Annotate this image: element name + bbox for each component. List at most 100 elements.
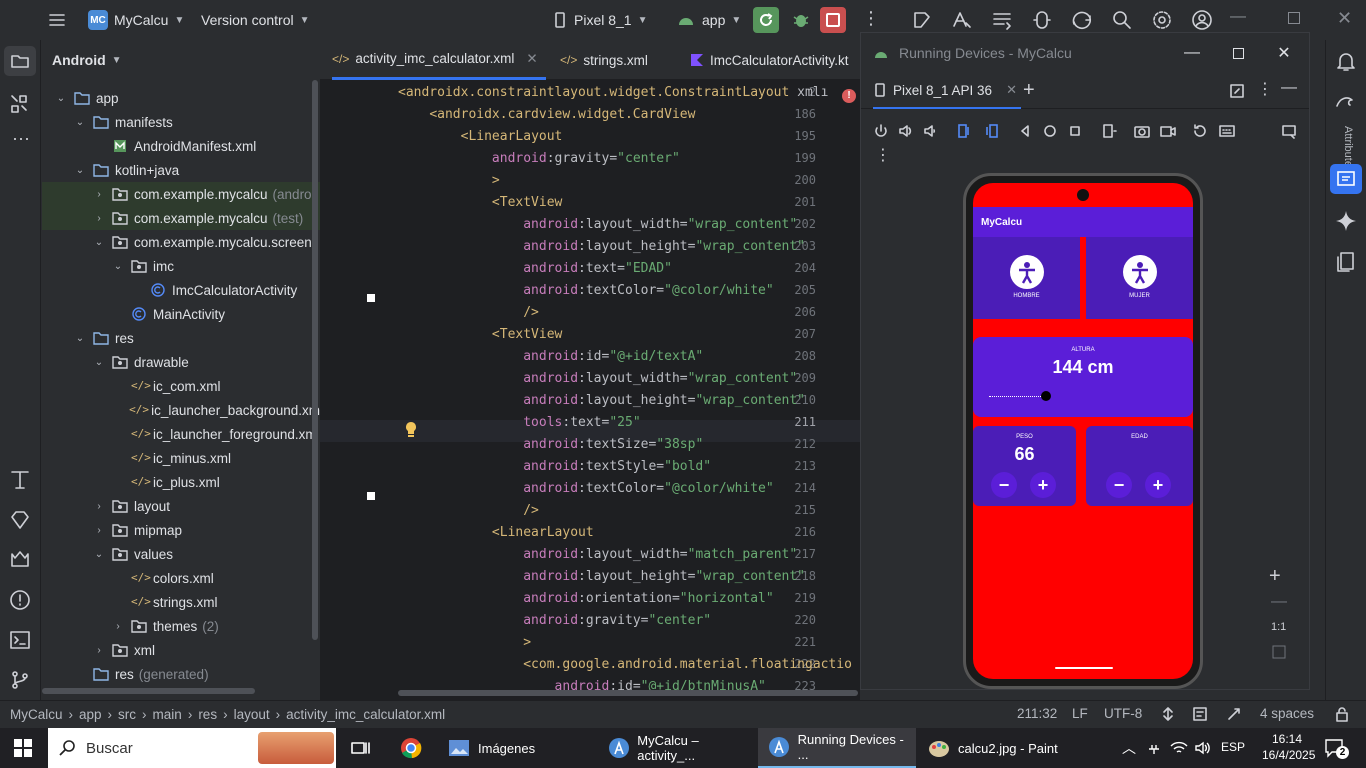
code-line[interactable]: > (398, 170, 500, 192)
device-manager-icon[interactable] (991, 9, 1013, 31)
code-line[interactable]: <TextView (398, 324, 562, 346)
code-line[interactable]: <LinearLayout (398, 522, 594, 544)
chevron-icon[interactable]: ⌄ (54, 93, 68, 104)
breadcrumb-item[interactable]: main (153, 707, 182, 722)
tree-item[interactable]: </> ic_com.xml (42, 374, 320, 398)
device-selector[interactable]: Pixel 8_1 ▼ (552, 0, 648, 40)
maximize-icon[interactable] (1288, 12, 1300, 24)
home-icon[interactable] (1042, 123, 1058, 139)
code-line[interactable]: android:layout_width="wrap_content" (398, 368, 797, 390)
indent-setting[interactable]: 4 spaces (1260, 706, 1314, 721)
gradle-sync-icon[interactable] (1071, 9, 1093, 31)
collapse-icon[interactable] (1229, 83, 1245, 99)
breadcrumb-item[interactable]: layout (234, 707, 270, 722)
zoom-out-icon[interactable]: — (1271, 593, 1287, 611)
back-icon[interactable] (1017, 123, 1033, 139)
mirror-icon[interactable] (1281, 123, 1297, 139)
logcat-icon[interactable] (8, 548, 32, 572)
code-line[interactable]: android:layout_width="match_parent" (398, 544, 797, 566)
fit-screen-icon[interactable] (1272, 645, 1286, 659)
tree-item[interactable]: </> strings.xml (42, 590, 320, 614)
zoom-in-icon[interactable]: + (1269, 565, 1281, 588)
sdk-manager-icon[interactable] (1031, 9, 1053, 31)
power-plug-icon[interactable] (1146, 740, 1162, 756)
tree-item[interactable]: › layout (42, 494, 320, 518)
tree-item[interactable]: ImcCalculatorActivity (42, 278, 320, 302)
terminal-icon[interactable] (8, 628, 32, 652)
vcs-menu[interactable]: Version control ▼ (201, 0, 310, 40)
chevron-icon[interactable]: › (92, 525, 106, 536)
fold-icon[interactable] (1101, 123, 1117, 139)
tree-item[interactable]: ⌄ imc (42, 254, 320, 278)
phone-screen[interactable]: MyCalcu HOMBRE MUJER ALTURA 144 cm PESO … (973, 183, 1193, 679)
code-line[interactable]: <LinearLayout (398, 126, 563, 148)
volume-down-icon[interactable] (923, 123, 939, 139)
code-area[interactable]: 2 <androidx.constraintlayout.widget.Const… (320, 82, 860, 700)
minimize-icon[interactable]: — (1169, 33, 1215, 73)
horizontal-scrollbar[interactable] (398, 690, 858, 696)
rerun-button[interactable] (753, 7, 779, 33)
tree-item[interactable]: ⌄ com.example.mycalcu.screen (42, 230, 320, 254)
breadcrumb-item[interactable]: src (118, 707, 136, 722)
account-icon[interactable] (1191, 9, 1213, 31)
code-line[interactable]: <androidx.constraintlayout.widget.Constr… (398, 82, 828, 104)
rotate-right-icon[interactable] (984, 123, 1000, 139)
minimize-icon[interactable]: — (1230, 8, 1246, 26)
power-icon[interactable] (873, 123, 889, 139)
taskbar-android-studio[interactable]: MyCalcu – activity_... (598, 728, 756, 768)
hide-icon[interactable]: — (1281, 79, 1297, 97)
code-line[interactable]: android:layout_width="wrap_content" (398, 214, 797, 236)
taskbar-imagenes[interactable]: Imágenes (438, 728, 590, 768)
taskbar-running-devices[interactable]: Running Devices - ... (758, 728, 916, 768)
code-line[interactable]: <androidx.cardview.widget.CardView (398, 104, 695, 126)
edad-minus-button[interactable]: − (1106, 472, 1132, 498)
peso-minus-button[interactable]: − (991, 472, 1017, 498)
taskbar-search-box[interactable]: Buscar (48, 728, 336, 768)
language-indicator[interactable]: ESP (1221, 740, 1245, 754)
tree-item[interactable]: </> ic_plus.xml (42, 470, 320, 494)
add-device-icon[interactable]: + (1023, 79, 1035, 102)
overview-icon[interactable] (1067, 123, 1083, 139)
lightbulb-icon[interactable] (403, 421, 419, 439)
build-icon[interactable] (8, 468, 32, 492)
tree-item[interactable]: </> colors.xml (42, 566, 320, 590)
tree-item[interactable]: › mipmap (42, 518, 320, 542)
chevron-icon[interactable]: › (92, 189, 106, 200)
project-tool-button[interactable] (4, 46, 36, 76)
vertical-scrollbar[interactable] (312, 80, 318, 640)
tree-item[interactable]: › com.example.mycalcu (test) (42, 206, 320, 230)
height-slider-track[interactable] (989, 396, 1045, 397)
close-tab-icon[interactable]: ✕ (526, 51, 537, 67)
more-icon[interactable]: ⋮ (875, 145, 891, 165)
video-icon[interactable] (1159, 123, 1177, 139)
gem-icon[interactable] (8, 508, 32, 532)
git-branch-icon[interactable] (1160, 706, 1176, 722)
chevron-icon[interactable]: ⌄ (111, 261, 125, 272)
chevron-icon[interactable]: ⌄ (73, 117, 87, 128)
tab-imc-calculator-activity[interactable]: ImcCalculatorActivity.kt (690, 40, 849, 80)
tree-item[interactable]: ⌄ manifests (42, 110, 320, 134)
clock[interactable]: 16:14 16/4/2025 (1262, 731, 1315, 763)
git-icon[interactable] (8, 668, 32, 692)
horizontal-scrollbar[interactable] (42, 688, 255, 694)
code-line[interactable]: tools:text="25" (398, 412, 640, 434)
code-line[interactable]: android:layout_height="wrap_content" (398, 390, 805, 412)
more-tools-icon[interactable]: ··· (12, 128, 30, 149)
zoom-actual-button[interactable]: 1:1 (1271, 621, 1286, 633)
resource-manager-icon[interactable] (8, 92, 32, 116)
file-encoding[interactable]: UTF-8 (1104, 706, 1142, 721)
chevron-icon[interactable]: ⌄ (92, 237, 106, 248)
height-slider-thumb[interactable] (1041, 391, 1051, 401)
tree-item[interactable]: ⌄ values (42, 542, 320, 566)
peso-plus-button[interactable]: + (1030, 472, 1056, 498)
problems-icon[interactable] (8, 588, 32, 612)
taskbar-paint[interactable]: calcu2.jpg - Paint (918, 728, 1068, 768)
reset-icon[interactable] (1192, 123, 1208, 139)
maximize-icon[interactable] (1215, 33, 1261, 73)
debug-button[interactable] (790, 9, 812, 31)
tree-item[interactable]: AndroidManifest.xml (42, 134, 320, 158)
caret-position[interactable]: 211:32 (1017, 706, 1057, 721)
code-line[interactable]: /> (398, 302, 539, 324)
tree-item[interactable]: › com.example.mycalcu (androi (42, 182, 320, 206)
device-explorer-icon[interactable] (1334, 250, 1358, 274)
